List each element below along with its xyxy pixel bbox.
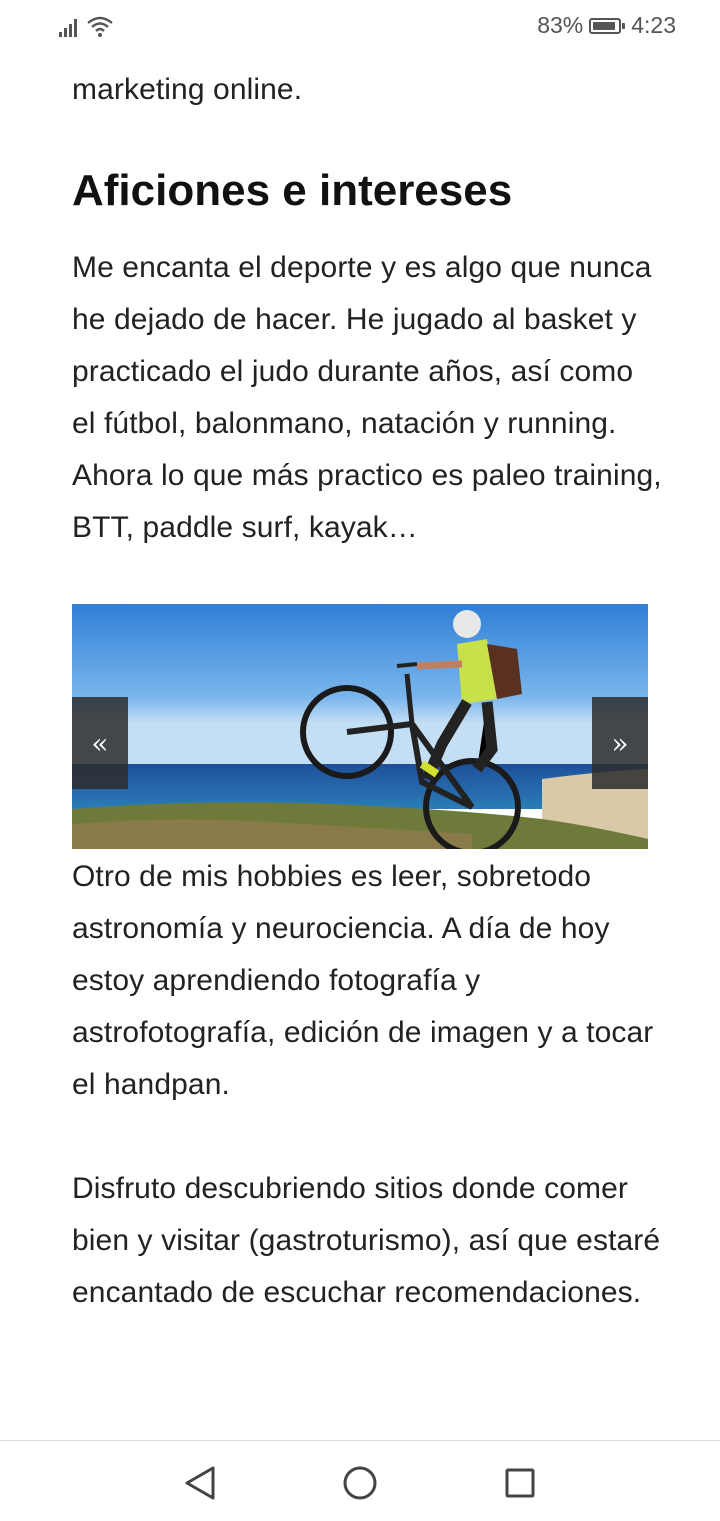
reading-paragraph: Otro de mis hobbies es leer, sobretodo a… (72, 860, 654, 1101)
home-icon (343, 1466, 377, 1500)
clock: 4:23 (631, 12, 676, 38)
hobbies-paragraph: Me encanta el deporte y es algo que nunc… (72, 251, 662, 544)
back-button[interactable] (180, 1463, 220, 1503)
image-slider[interactable]: « » (72, 604, 648, 849)
battery-icon (589, 17, 626, 34)
home-button[interactable] (340, 1463, 380, 1503)
recents-icon (505, 1468, 535, 1498)
slider-prev-button[interactable]: « (72, 697, 128, 789)
back-icon (185, 1466, 215, 1500)
wifi-icon (87, 16, 113, 37)
signal-icon (59, 19, 77, 37)
gastronomy-paragraph: Disfruto descubriendo sitios donde comer… (72, 1172, 661, 1309)
chevron-double-left-icon: « (91, 726, 109, 760)
section-heading: Aficiones e intereses (72, 166, 513, 215)
slide-image-mountain-biker (72, 604, 648, 849)
status-left (58, 14, 114, 38)
battery-percent: 83% (537, 12, 584, 38)
status-bar: 83% 4:23 (0, 0, 720, 56)
status-right: 83% 4:23 (537, 12, 676, 39)
recents-button[interactable] (500, 1463, 540, 1503)
previous-paragraph-end: marketing online. (72, 73, 303, 106)
system-navigation-bar (0, 1440, 720, 1521)
chevron-double-right-icon: » (611, 726, 629, 760)
article-content: marketing online. Aficiones e intereses … (72, 60, 662, 1319)
slider-next-button[interactable]: » (592, 697, 648, 789)
